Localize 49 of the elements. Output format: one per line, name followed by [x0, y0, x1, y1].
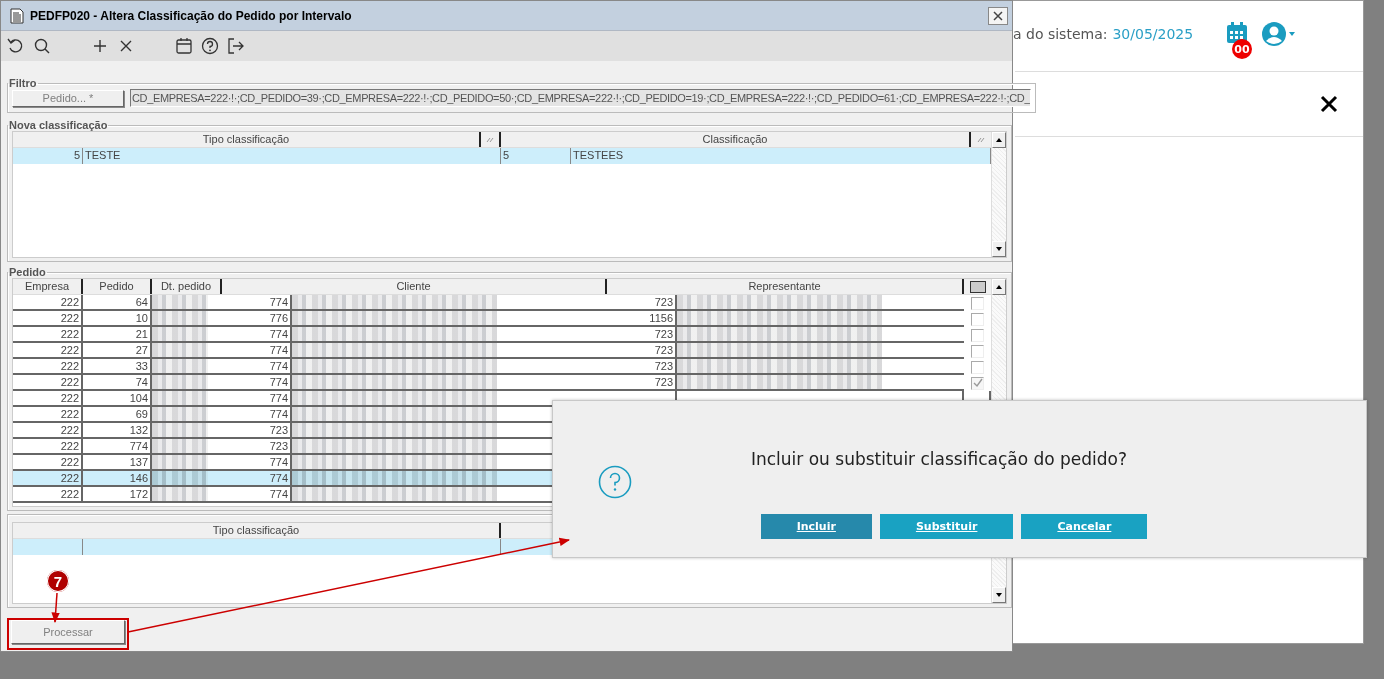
scrollbar[interactable]	[991, 132, 1006, 257]
table-cell: TESTE	[83, 148, 501, 164]
blurred-text	[152, 359, 208, 373]
blurred-text	[152, 327, 208, 341]
blurred-text	[152, 295, 208, 309]
help-icon[interactable]	[201, 37, 219, 55]
row-checkbox[interactable]	[971, 312, 984, 326]
row-checkbox[interactable]	[971, 360, 984, 374]
table-row[interactable]: 5 TESTE 5 TESTEES	[13, 148, 991, 164]
system-date: 30/05/2025	[1112, 26, 1194, 42]
filter-field[interactable]: CD_EMPRESA=222·!·;CD_PEDIDO=39·;CD_EMPRESA=222·!·;CD_PEDIDO=50·;CD_EMPRESA=222·!·;CD_PEDIDO=19·;CD_EMPRESA=222·!·;CD_PEDIDO=61·;CD_EMPRESA=222·!·;CD_	[130, 89, 1032, 107]
blurred-text	[152, 407, 208, 421]
group-title: Filtro	[8, 77, 38, 89]
window-title: PEDFP020 - Altera Classificação do Pedido por Intervalo	[30, 8, 353, 23]
table-cell: 222	[13, 487, 83, 503]
group-title: Nova classificação	[8, 119, 109, 131]
add-icon[interactable]	[91, 37, 109, 55]
calendar-icon[interactable]	[1226, 22, 1249, 44]
select-all-checkbox[interactable]	[969, 280, 986, 293]
document-icon	[10, 7, 24, 24]
group-title: Pedido	[8, 266, 47, 278]
table-cell: 5	[501, 148, 571, 164]
system-date-label: a do sistema:	[1013, 26, 1108, 42]
undo-icon[interactable]	[7, 37, 25, 55]
pointer-arrow	[51, 592, 60, 624]
row-checkbox[interactable]	[971, 376, 984, 390]
blurred-text	[152, 471, 208, 485]
blurred-text	[152, 343, 208, 357]
notification-badge: 00	[1232, 39, 1252, 59]
exit-icon[interactable]	[227, 37, 245, 55]
blurred-text	[152, 311, 208, 325]
row-checkbox[interactable]	[971, 296, 984, 310]
dialog-button[interactable]: Incluir	[760, 514, 872, 539]
blurred-text	[152, 391, 208, 405]
row-checkbox[interactable]	[971, 328, 984, 342]
blurred-text	[152, 439, 208, 453]
close-icon[interactable]	[1320, 95, 1338, 113]
search-icon[interactable]	[33, 37, 51, 55]
close-icon	[993, 10, 1003, 21]
question-icon	[598, 465, 632, 499]
row-checkbox[interactable]	[971, 344, 984, 358]
blurred-text	[152, 375, 208, 389]
close-button[interactable]	[988, 6, 1008, 25]
blurred-text	[152, 423, 208, 437]
user-avatar-icon[interactable]	[1262, 22, 1297, 46]
blurred-text	[152, 487, 208, 501]
calendar-icon[interactable]	[175, 37, 193, 55]
table-cell: 5	[13, 148, 83, 164]
blurred-text	[152, 455, 208, 469]
